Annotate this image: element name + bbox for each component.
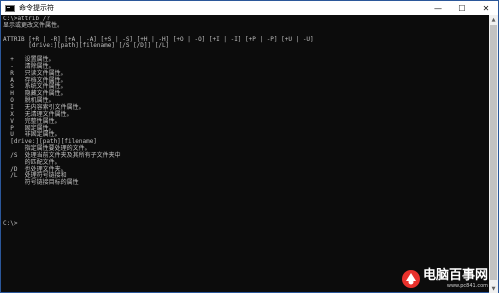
scroll-down-arrow-icon[interactable]: ▼ xyxy=(489,284,498,293)
console-line: C:\>attrib /? xyxy=(3,16,50,22)
console-output[interactable]: C:\>attrib /? 显示或更改文件属性。 ATTRIB [+R | -R… xyxy=(3,16,488,292)
minimize-button[interactable]: — xyxy=(426,1,450,15)
command-prompt-line: C:\> xyxy=(3,220,18,228)
console-line: H 隐藏文件属性。 xyxy=(3,90,67,98)
console-line: 显示或更改文件属性。 xyxy=(3,21,64,29)
console-line: 的匹配文件。 xyxy=(3,158,61,166)
watermark-logo-icon xyxy=(401,269,420,288)
console-app-icon xyxy=(5,4,15,12)
scroll-up-arrow-icon[interactable]: ▲ xyxy=(489,15,498,24)
window-title: 命令提示符 xyxy=(19,4,54,12)
watermark-text: 电脑百事网 www.pc841.com xyxy=(423,268,488,289)
console-line: R 只读文件属性。 xyxy=(3,69,67,77)
title-bar[interactable]: 命令提示符 — ☐ ✕ xyxy=(1,1,498,15)
close-button[interactable]: ✕ xyxy=(474,1,498,15)
console-line: P 固定属性。 xyxy=(3,124,55,132)
console-line: 符号链接目标的属性 xyxy=(3,179,79,187)
console-line: - 清除属性。 xyxy=(3,62,55,70)
console-line: + 设置属性。 xyxy=(3,56,55,64)
watermark-url: www.pc841.com xyxy=(446,283,488,289)
console-line: I 无内容索引文件属性。 xyxy=(3,103,85,111)
command-prompt-window: 命令提示符 — ☐ ✕ C:\>attrib /? 显示或更改文件属性。 ATT… xyxy=(0,0,499,293)
watermark: 电脑百事网 www.pc841.com xyxy=(401,268,488,289)
watermark-title: 电脑百事网 xyxy=(422,268,488,283)
vertical-scrollbar[interactable]: ▲ ▼ xyxy=(489,15,498,293)
console-line: S 系统文件属性。 xyxy=(3,83,67,91)
console-line: /S 处理当前文件夹及其所有子文件夹中 xyxy=(3,151,121,159)
console-line: V 完整性属性。 xyxy=(3,117,61,125)
scrollbar-thumb[interactable] xyxy=(490,25,497,280)
console-line: [drive:][path][filename] [/S [/D]] [/L] xyxy=(3,42,170,50)
console-line: X 无清理文件属性。 xyxy=(3,110,73,118)
maximize-button[interactable]: ☐ xyxy=(450,1,474,15)
window-controls: — ☐ ✕ xyxy=(426,1,498,15)
console-line: A 存档文件属性。 xyxy=(3,76,67,84)
console-line: /D 也处理文件夹。 xyxy=(3,165,67,173)
